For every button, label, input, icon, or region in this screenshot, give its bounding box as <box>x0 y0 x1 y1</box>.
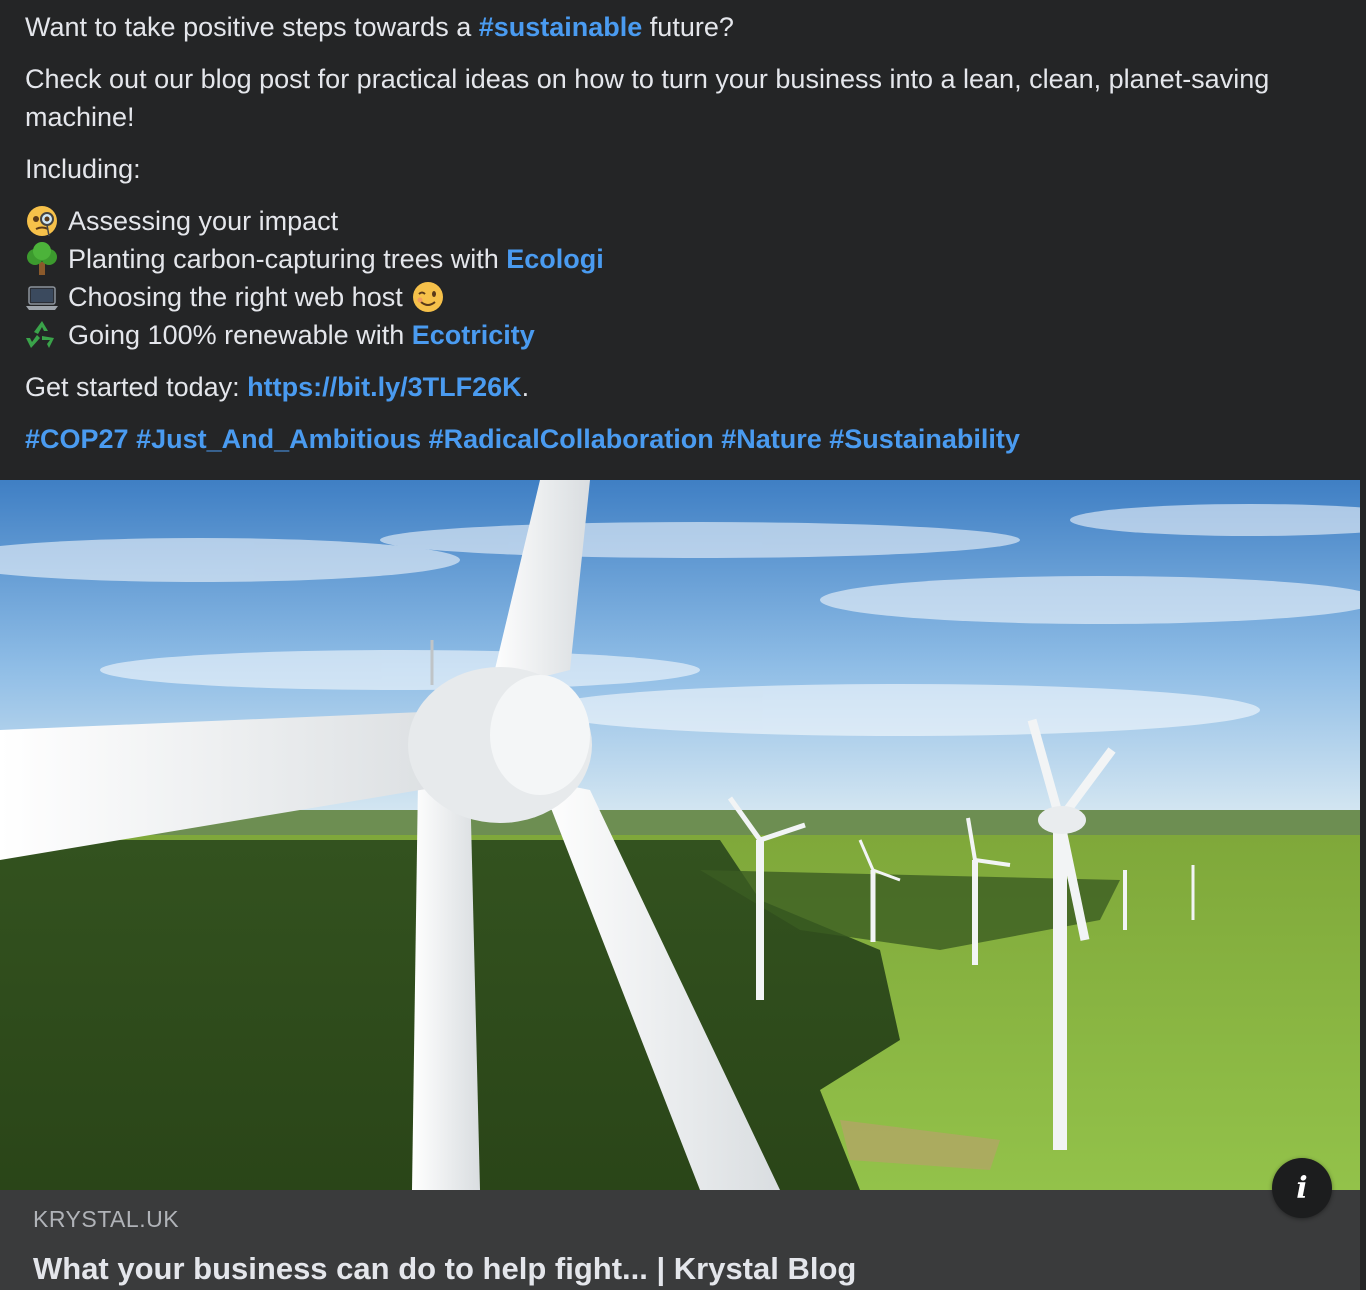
hashtag-cop27[interactable]: #COP27 <box>25 424 129 454</box>
winking-face-icon <box>411 280 445 314</box>
wind-turbines-photo[interactable] <box>0 480 1360 1190</box>
recycle-icon <box>25 318 59 352</box>
list-item: Assessing your impact <box>25 202 1341 240</box>
info-button[interactable]: i <box>1272 1158 1332 1218</box>
hashtag-sustainable[interactable]: #sustainable <box>479 12 643 42</box>
ecotricity-link[interactable]: Ecotricity <box>412 316 535 354</box>
get-started-line: Get started today: https://bit.ly/3TLF26… <box>25 372 530 402</box>
preview-title[interactable]: What your business can do to help fight.… <box>33 1251 1360 1287</box>
hashtag-sustainability[interactable]: #Sustainability <box>829 424 1020 454</box>
laptop-icon <box>25 280 59 314</box>
intro-paragraph: Check out our blog post for practical id… <box>25 64 1270 132</box>
link-preview-card[interactable]: KRYSTAL.UK What your business can do to … <box>0 480 1360 1290</box>
list-item: Planting carbon-capturing trees with Eco… <box>25 240 1341 278</box>
bitly-link[interactable]: https://bit.ly/3TLF26K <box>247 372 522 402</box>
ecologi-link[interactable]: Ecologi <box>506 240 604 278</box>
list-item: Choosing the right web host <box>25 278 1341 316</box>
hashtag-nature[interactable]: #Nature <box>721 424 822 454</box>
hashtag-radical-collaboration[interactable]: #RadicalCollaboration <box>429 424 714 454</box>
hashtag-list: #COP27 #Just_And_Ambitious #RadicalColla… <box>25 420 1341 458</box>
preview-domain: KRYSTAL.UK <box>33 1206 180 1232</box>
intro-line: Want to take positive steps towards a #s… <box>25 12 734 42</box>
post-text: Want to take positive steps towards a #s… <box>0 0 1366 458</box>
hashtag-just-and-ambitious[interactable]: #Just_And_Ambitious <box>136 424 421 454</box>
monocle-face-icon <box>25 204 59 238</box>
including-label: Including: <box>25 154 141 184</box>
feature-list: Assessing your impact Planting carbon-ca… <box>25 202 1341 354</box>
info-icon: i <box>1296 1170 1308 1206</box>
tree-icon <box>25 242 59 276</box>
link-preview-meta[interactable]: KRYSTAL.UK What your business can do to … <box>0 1190 1360 1290</box>
list-item: Going 100% renewable with Ecotricity <box>25 316 1341 354</box>
